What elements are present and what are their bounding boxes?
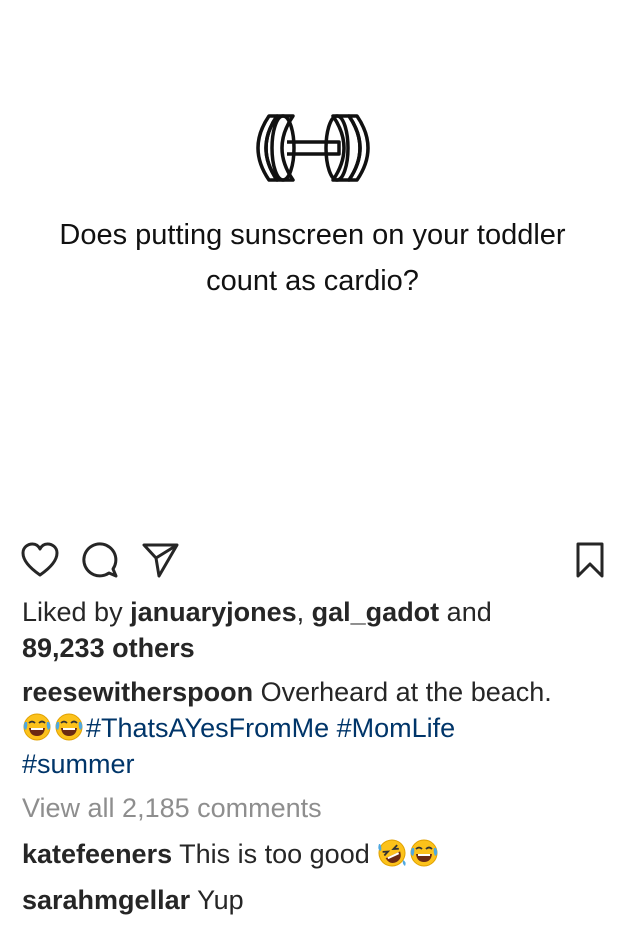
liked-by-and: and xyxy=(439,597,492,627)
hashtag-link[interactable]: #MomLife xyxy=(337,713,456,743)
comment-button[interactable] xyxy=(80,540,120,580)
comment-item: sarahmgellar Yup xyxy=(22,882,612,918)
post-actions xyxy=(0,540,625,580)
post-meta: Liked by januaryjones, gal_gadot and 89,… xyxy=(22,594,612,918)
hashtag-link[interactable]: #ThatsAYesFromMe xyxy=(86,713,329,743)
like-button[interactable] xyxy=(20,540,60,580)
dumbbell-icon xyxy=(256,114,370,182)
bookmark-icon xyxy=(576,542,604,578)
comment-bubble-icon xyxy=(82,542,118,578)
likes-count[interactable]: 89,233 others xyxy=(22,630,612,666)
share-button[interactable] xyxy=(140,540,180,580)
comment-username[interactable]: sarahmgellar xyxy=(22,885,190,915)
comment-text: This is too good xyxy=(172,839,378,869)
face-with-tears-of-joy-icon xyxy=(23,713,51,741)
hashtag-link[interactable]: #summer xyxy=(22,746,612,782)
post-image[interactable]: Does putting sunscreen on your toddler c… xyxy=(0,0,625,520)
paper-plane-icon xyxy=(142,543,179,578)
face-with-tears-of-joy-icon xyxy=(55,713,83,741)
caption-text: Overheard at the beach. xyxy=(253,677,552,707)
quote-line-2: count as cardio? xyxy=(206,265,419,297)
heart-icon xyxy=(21,542,59,577)
liked-by-prefix: Liked by xyxy=(22,597,131,627)
comment-text: Yup xyxy=(190,885,244,915)
post-caption: reesewitherspoon Overheard at the beach.… xyxy=(22,674,612,782)
comment-item: katefeeners This is too good xyxy=(22,836,612,872)
liker-username[interactable]: gal_gadot xyxy=(312,597,440,627)
likes-summary: Liked by januaryjones, gal_gadot and 89,… xyxy=(22,594,612,666)
comment-username[interactable]: katefeeners xyxy=(22,839,172,869)
caption-username[interactable]: reesewitherspoon xyxy=(22,677,253,707)
face-with-tears-of-joy-icon xyxy=(410,839,438,867)
liker-username[interactable]: januaryjones xyxy=(130,597,297,627)
quote-line-1: Does putting sunscreen on your toddler xyxy=(59,219,566,251)
view-all-comments-link[interactable]: View all 2,185 comments xyxy=(22,790,612,826)
liker-separator: , xyxy=(296,597,312,627)
post-quote: Does putting sunscreen on your toddler c… xyxy=(0,212,625,304)
save-button[interactable] xyxy=(570,540,610,580)
rolling-on-the-floor-laughing-icon xyxy=(378,839,406,867)
